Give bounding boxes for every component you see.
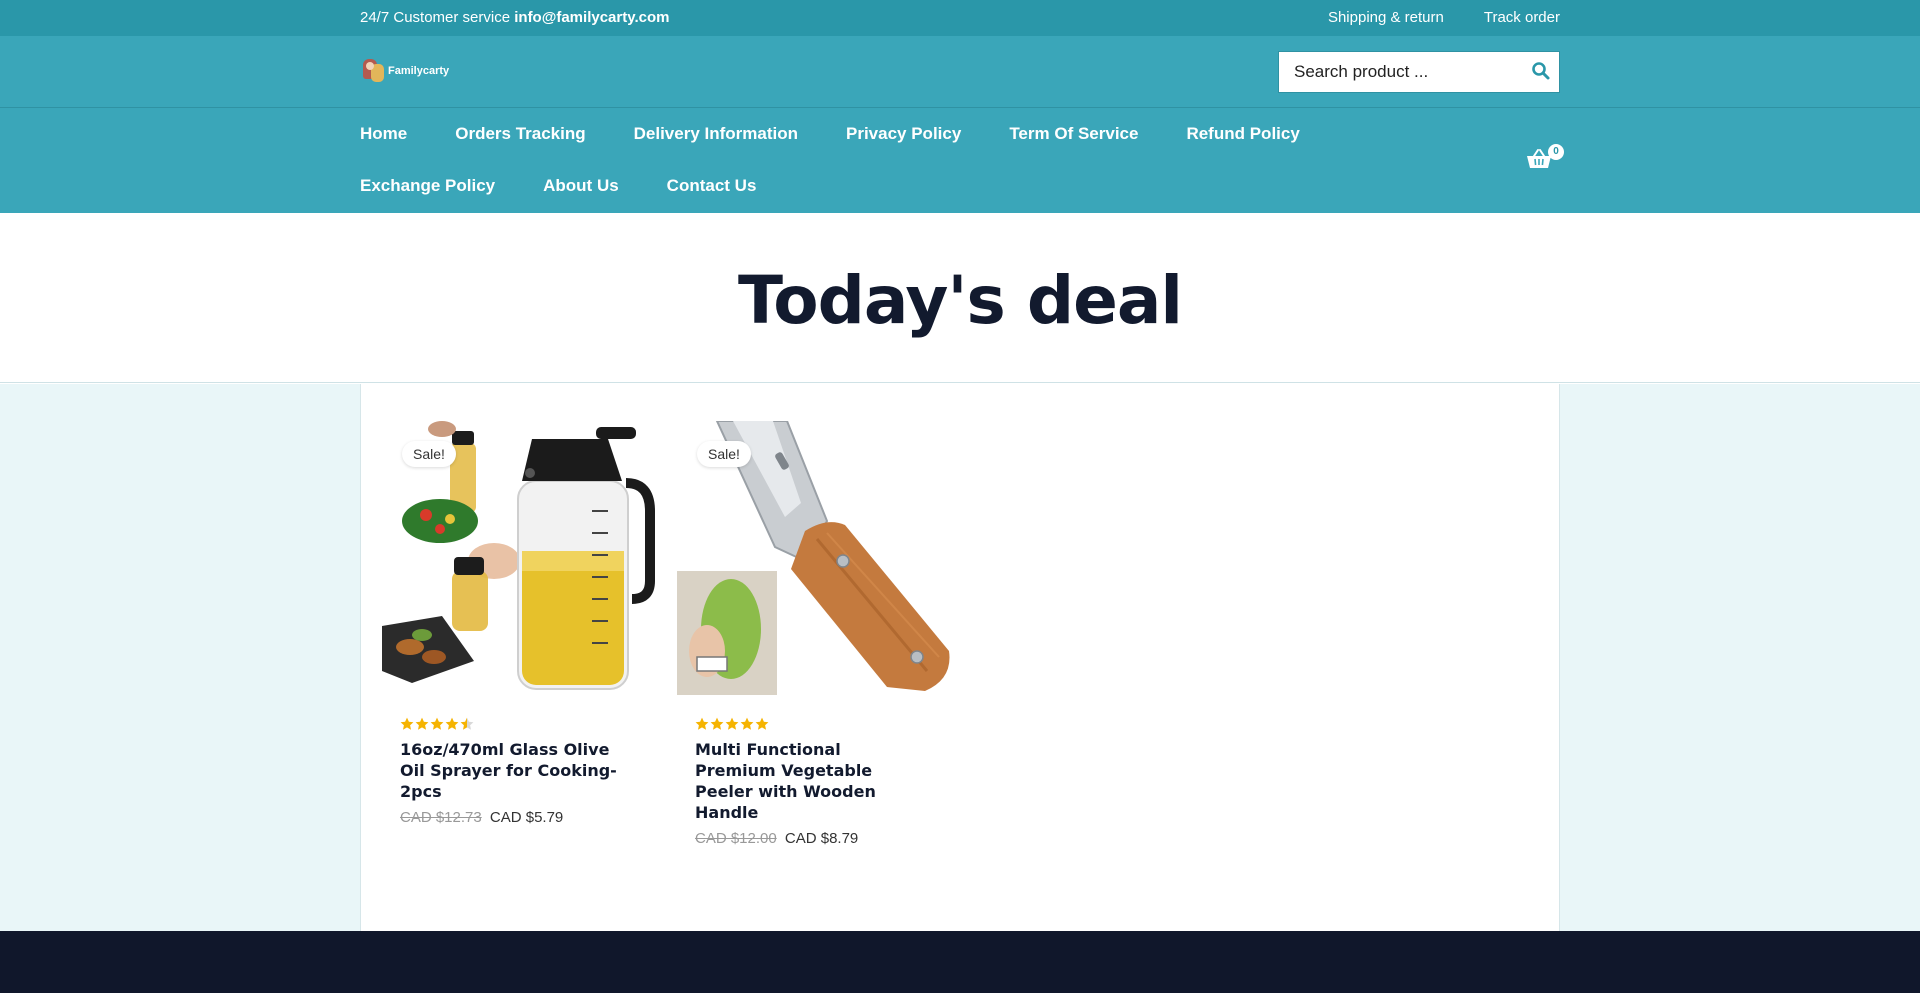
page-hero: Today's deal — [0, 213, 1920, 383]
product-image-peeler[interactable]: Sale! — [677, 421, 951, 695]
product-card[interactable]: Sale! Multi Functional Premium Vegetable… — [677, 421, 951, 847]
product-grid: Sale! 16oz/470ml Glass Olive Oil Sprayer… — [360, 384, 1560, 931]
nav-item-orders-tracking[interactable]: Orders Tracking — [455, 108, 585, 160]
logo-icon — [360, 58, 386, 84]
site-header: Familycarty — [0, 36, 1920, 108]
site-footer — [0, 931, 1920, 993]
main-nav: Home Orders Tracking Delivery Informatio… — [0, 108, 1920, 213]
product-title[interactable]: Multi Functional Premium Vegetable Peele… — [695, 739, 925, 823]
site-logo[interactable]: Familycarty — [360, 58, 449, 84]
star-icon — [400, 717, 414, 730]
nav-item-about-us[interactable]: About Us — [543, 160, 619, 212]
top-links: Shipping & return Track order — [1328, 9, 1560, 26]
star-icon — [695, 717, 709, 730]
product-card[interactable]: Sale! 16oz/470ml Glass Olive Oil Sprayer… — [382, 421, 656, 826]
nav-item-refund-policy[interactable]: Refund Policy — [1186, 108, 1299, 160]
star-icon — [460, 717, 474, 730]
star-icon — [740, 717, 754, 730]
logo-text: Familycarty — [388, 65, 450, 77]
star-icon — [430, 717, 444, 730]
shipping-return-link[interactable]: Shipping & return — [1328, 9, 1444, 26]
star-icon — [445, 717, 459, 730]
nav-item-exchange-policy[interactable]: Exchange Policy — [360, 160, 495, 212]
star-icon — [755, 717, 769, 730]
product-image-oil-sprayer[interactable]: Sale! — [382, 421, 656, 695]
customer-service-email[interactable]: info@familycarty.com — [514, 9, 669, 26]
star-icon — [415, 717, 429, 730]
rating-stars — [695, 717, 951, 733]
product-price: CAD $12.73 CAD $5.79 — [400, 809, 656, 826]
star-icon — [725, 717, 739, 730]
search-icon[interactable] — [1531, 61, 1551, 81]
track-order-link[interactable]: Track order — [1484, 9, 1560, 26]
customer-service-label: 24/7 Customer service — [360, 9, 511, 26]
nav-item-contact-us[interactable]: Contact Us — [667, 160, 757, 212]
rating-stars — [400, 717, 656, 733]
product-title[interactable]: 16oz/470ml Glass Olive Oil Sprayer for C… — [400, 739, 630, 802]
search-box — [1278, 51, 1560, 93]
star-icon — [710, 717, 724, 730]
product-price: CAD $12.00 CAD $8.79 — [695, 830, 951, 847]
cart-button[interactable]: 0 — [1526, 144, 1564, 178]
customer-service: 24/7 Customer service info@familycarty.c… — [360, 9, 669, 26]
sale-price: CAD $5.79 — [489, 809, 564, 826]
sale-price: CAD $8.79 — [784, 830, 859, 847]
original-price: CAD $12.73 — [400, 809, 482, 826]
sale-badge: Sale! — [402, 441, 456, 467]
top-bar: 24/7 Customer service info@familycarty.c… — [0, 0, 1920, 36]
nav-item-term-of-service[interactable]: Term Of Service — [1009, 108, 1138, 160]
page-title: Today's deal — [737, 262, 1183, 339]
nav-item-home[interactable]: Home — [360, 108, 407, 160]
sale-badge: Sale! — [697, 441, 751, 467]
nav-item-privacy-policy[interactable]: Privacy Policy — [846, 108, 961, 160]
nav-item-delivery-information[interactable]: Delivery Information — [634, 108, 798, 160]
original-price: CAD $12.00 — [695, 830, 777, 847]
search-input[interactable] — [1279, 52, 1509, 92]
cart-count-badge: 0 — [1548, 144, 1564, 160]
nav-list: Home Orders Tracking Delivery Informatio… — [360, 108, 1460, 212]
